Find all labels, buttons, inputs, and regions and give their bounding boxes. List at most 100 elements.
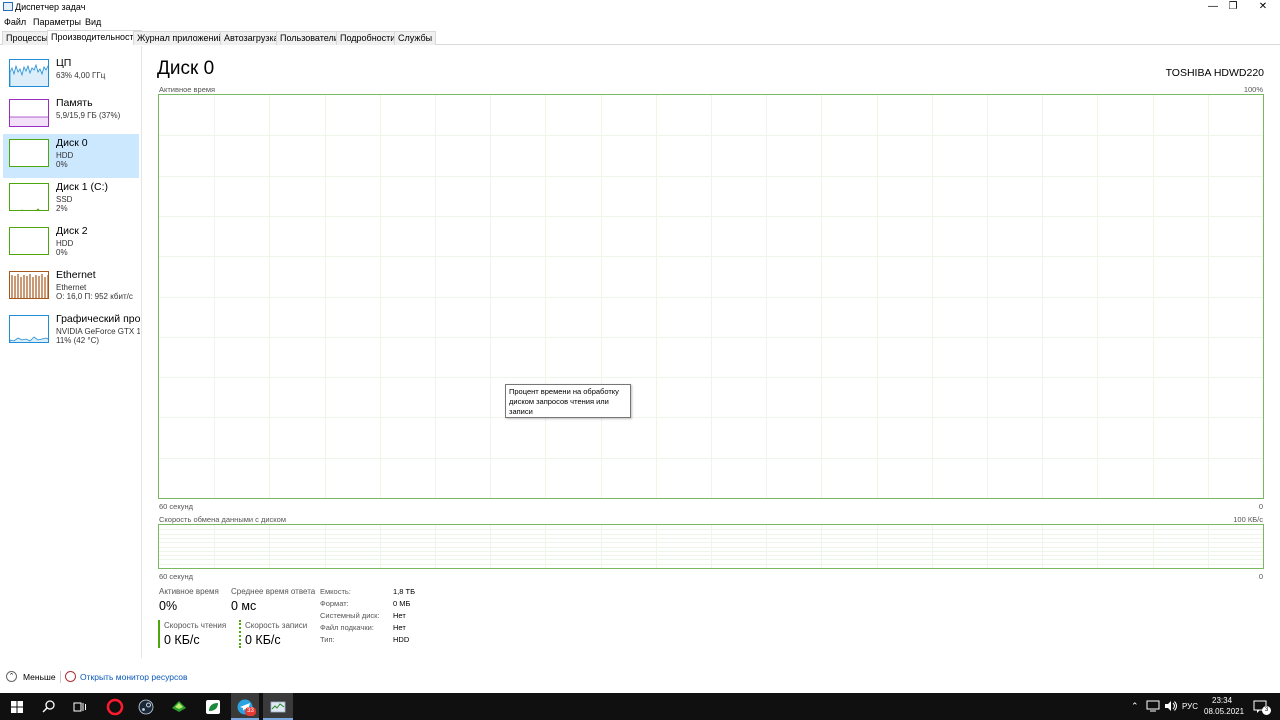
task-manager-icon xyxy=(3,2,13,11)
tab-processes[interactable]: Процессы xyxy=(2,31,53,45)
sidebar-item-gpu[interactable]: Графический про NVIDIA GeForce GTX 10€ 1… xyxy=(3,310,140,354)
tab-services[interactable]: Службы xyxy=(394,31,437,45)
title-bar: Диспетчер задач — ❐ ✕ xyxy=(0,0,1280,14)
performance-sidebar: ЦП 63% 4,00 ГГц Память 5,9/15,9 ГБ (37%)… xyxy=(0,46,142,658)
sidebar-item-title: Память xyxy=(56,97,93,109)
tab-performance[interactable]: Производительность xyxy=(47,30,143,45)
sidebar-item-memory[interactable]: Память 5,9/15,9 ГБ (37%) xyxy=(3,94,139,138)
graph1-label: Активное время xyxy=(159,85,216,94)
task-manager-taskbar-slot[interactable] xyxy=(263,693,293,720)
task-view-icon[interactable] xyxy=(70,697,90,717)
graph1-min: 0 xyxy=(1258,502,1263,511)
prop-formatted-value: 0 МБ xyxy=(393,599,411,608)
grid-line-horizontal xyxy=(159,256,1263,258)
steam-icon[interactable] xyxy=(136,697,156,717)
telegram-unread-badge: 33 xyxy=(245,707,256,716)
grid-line-horizontal xyxy=(159,533,1263,535)
open-resource-monitor-link[interactable]: Открыть монитор ресурсов xyxy=(80,672,188,682)
opera-icon[interactable] xyxy=(105,697,125,717)
grid-line-horizontal xyxy=(159,175,1263,177)
grid-line-horizontal xyxy=(159,215,1263,217)
disk1-thumbnail-graph xyxy=(9,183,49,211)
sidebar-item-usage: 0% xyxy=(56,248,68,257)
prop-system-disk-value: Нет xyxy=(393,611,406,620)
grid-line-horizontal xyxy=(159,135,1263,137)
read-speed-label: Скорость чтения xyxy=(164,621,227,630)
chevron-up-icon[interactable]: ⌃ xyxy=(6,671,17,682)
sidebar-item-detail: SSD xyxy=(56,195,73,204)
volume-icon[interactable] xyxy=(1164,700,1178,712)
sidebar-item-disk0[interactable]: Диск 0 HDD 0% xyxy=(3,134,139,178)
page-title: Диск 0 xyxy=(157,58,215,79)
sidebar-item-cpu[interactable]: ЦП 63% 4,00 ГГц xyxy=(3,54,139,98)
menu-bar: Файл Параметры Вид xyxy=(0,14,1280,30)
prop-formatted-label: Формат: xyxy=(320,599,349,608)
disk2-thumbnail-graph xyxy=(9,227,49,255)
menu-view[interactable]: Вид xyxy=(85,17,101,27)
fewer-details-link[interactable]: Меньше xyxy=(23,672,56,682)
tab-details[interactable]: Подробности xyxy=(336,31,400,45)
active-time-label: Активное время xyxy=(159,587,219,596)
sidebar-item-detail: 5,9/15,9 ГБ (37%) xyxy=(56,111,121,120)
menu-options[interactable]: Параметры xyxy=(33,17,81,27)
write-speed-value: 0 КБ/с xyxy=(245,633,281,647)
disk0-thumbnail-graph xyxy=(9,139,49,167)
grid-line-horizontal xyxy=(159,555,1263,557)
task-manager-taskbar-icon xyxy=(270,701,286,713)
restore-button[interactable]: ❐ xyxy=(1216,0,1250,14)
window-title: Диспетчер задач xyxy=(15,2,86,12)
tab-app-history[interactable]: Журнал приложений xyxy=(133,31,228,45)
grid-line-horizontal xyxy=(159,457,1263,459)
sidebar-item-title: Диск 1 (C:) xyxy=(56,181,108,193)
notifications-count: 3 xyxy=(1262,706,1271,715)
windows-start-icon[interactable] xyxy=(7,697,27,717)
grid-line-horizontal xyxy=(159,296,1263,298)
write-speed-legend-line xyxy=(239,620,241,648)
game-launcher-icon[interactable] xyxy=(169,697,189,717)
tray-clock-time[interactable]: 23:34 xyxy=(1212,696,1232,705)
disk-model: TOSHIBA HDWD220 xyxy=(1165,67,1264,79)
resource-monitor-icon[interactable] xyxy=(65,671,76,682)
sidebar-item-ethernet[interactable]: Ethernet Ethernet О: 16,0 П: 952 кбит/с xyxy=(3,266,139,310)
graph1-time-span: 60 секунд xyxy=(159,502,193,511)
tab-startup[interactable]: Автозагрузка xyxy=(220,31,283,45)
grid-line-horizontal xyxy=(159,336,1263,338)
sidebar-item-disk1[interactable]: Диск 1 (C:) SSD 2% xyxy=(3,178,139,222)
grid-line-horizontal xyxy=(159,417,1263,419)
grid-line-horizontal xyxy=(159,559,1263,561)
menu-file[interactable]: Файл xyxy=(4,17,26,27)
tray-clock-date[interactable]: 08.05.2021 xyxy=(1204,707,1244,716)
close-button[interactable]: ✕ xyxy=(1246,0,1280,14)
grid-line-horizontal xyxy=(159,563,1263,565)
search-icon[interactable] xyxy=(39,697,59,717)
graph2-label: Скорость обмена данными с диском xyxy=(159,515,286,524)
telegram-taskbar-slot[interactable]: 33 xyxy=(231,693,259,720)
prop-page-file-value: Нет xyxy=(393,623,406,632)
graph2-max: 100 КБ/с xyxy=(1233,515,1263,524)
input-language[interactable]: РУС xyxy=(1182,702,1198,711)
taskbar: 33 ⌃ РУС 23:34 08.05.2021 3 xyxy=(0,693,1280,720)
gpu-thumbnail-graph xyxy=(9,315,49,343)
sidebar-item-usage: 11% (42 °C) xyxy=(56,336,100,345)
grid-line-horizontal xyxy=(159,529,1263,531)
prop-system-disk-label: Системный диск: xyxy=(320,611,380,620)
network-icon[interactable] xyxy=(1146,700,1160,712)
transfer-rate-graph xyxy=(158,524,1264,569)
grid-line-horizontal xyxy=(159,550,1263,552)
tab-bar: Процессы Производительность Журнал прило… xyxy=(0,30,1280,45)
prop-type-label: Тип: xyxy=(320,635,335,644)
prop-capacity-label: Емкость: xyxy=(320,587,351,596)
tray-overflow-chevron-icon[interactable]: ⌃ xyxy=(1131,701,1139,712)
response-time-value: 0 мс xyxy=(231,599,257,613)
sidebar-item-detail: Ethernet xyxy=(56,283,87,292)
memory-thumbnail-graph xyxy=(9,99,49,127)
graph-tooltip: Процент времени на обработку диском запр… xyxy=(505,384,631,418)
leaf-app-icon[interactable] xyxy=(203,697,223,717)
read-speed-legend-line xyxy=(158,620,160,648)
sidebar-item-usage: 0% xyxy=(56,160,68,169)
sidebar-item-disk2[interactable]: Диск 2 HDD 0% xyxy=(3,222,139,266)
sidebar-item-usage: О: 16,0 П: 952 кбит/с xyxy=(56,292,133,301)
write-speed-label: Скорость записи xyxy=(245,621,308,630)
tab-users[interactable]: Пользователи xyxy=(276,31,343,45)
sidebar-item-usage: 2% xyxy=(56,204,68,213)
